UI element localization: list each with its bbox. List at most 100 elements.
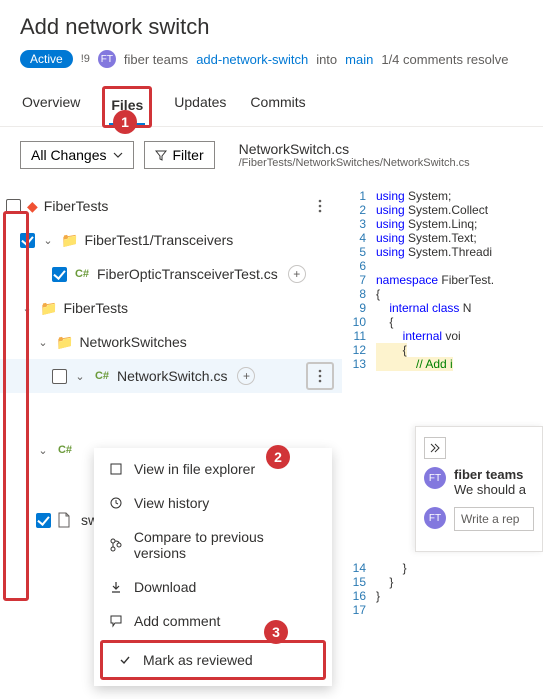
current-file: NetworkSwitch.cs /FiberTests/NetworkSwit…	[239, 141, 470, 169]
menu-label: View history	[134, 495, 209, 511]
menu-view-history[interactable]: View history	[94, 486, 332, 520]
current-file-name: NetworkSwitch.cs	[239, 141, 470, 157]
add-comment-button[interactable]: +	[288, 265, 306, 283]
tree-file-selected[interactable]: ⌄ C# NetworkSwitch.cs +	[0, 359, 342, 393]
tree-label: NetworkSwitch.cs	[117, 368, 227, 384]
kebab-icon	[318, 369, 322, 383]
kebab-icon	[318, 199, 322, 213]
checkbox[interactable]	[6, 199, 21, 214]
menu-compare[interactable]: Compare to previous versions	[94, 520, 332, 570]
menu-label: Download	[134, 579, 196, 595]
menu-download[interactable]: Download	[94, 570, 332, 604]
tree-root[interactable]: ◆ FiberTests	[0, 189, 342, 223]
folder-icon: 📁	[40, 300, 57, 317]
csharp-icon: C#	[93, 370, 111, 382]
code-line: 15 }	[342, 575, 543, 589]
folder-icon: 📁	[56, 334, 73, 351]
pr-tabs: Overview Files Updates Commits	[0, 86, 543, 127]
chevron-down-icon[interactable]: ⌄	[20, 302, 34, 315]
tree-folder[interactable]: ⌄ 📁 FiberTests	[0, 291, 342, 325]
more-actions-button[interactable]	[306, 192, 334, 220]
tree-label: FiberTest1/Transceivers	[84, 232, 233, 248]
checkbox[interactable]	[20, 233, 35, 248]
tree-folder[interactable]: ⌄ 📁 FiberTest1/Transceivers	[0, 223, 342, 257]
target-branch-link[interactable]: main	[345, 52, 373, 67]
menu-label: View in file explorer	[134, 461, 255, 477]
tab-overview[interactable]: Overview	[20, 86, 82, 126]
tree-label: FiberTests	[63, 300, 128, 316]
menu-label: Mark as reviewed	[143, 652, 253, 668]
git-icon: ◆	[27, 198, 38, 215]
pr-meta: Active !9 FT fiber teams add-network-swi…	[20, 50, 523, 68]
tree-label: FiberOpticTransceiverTest.cs	[97, 266, 278, 282]
status-badge: Active	[20, 50, 73, 68]
history-icon	[108, 496, 124, 510]
checkbox[interactable]	[36, 513, 51, 528]
collapse-icon	[430, 443, 440, 453]
all-changes-dropdown[interactable]: All Changes	[20, 141, 134, 169]
code-line: 14 }	[342, 561, 543, 575]
code-line: 12 {	[342, 343, 543, 357]
menu-mark-reviewed[interactable]: Mark as reviewed	[100, 640, 326, 680]
collapse-button[interactable]	[424, 437, 446, 459]
code-line: 17	[342, 603, 543, 617]
csharp-icon: C#	[73, 268, 91, 280]
comment-thread-panel: FT fiber teams We should a FT Write a re…	[415, 426, 543, 552]
tab-updates[interactable]: Updates	[172, 86, 228, 126]
all-changes-label: All Changes	[31, 147, 107, 163]
code-line: 3using System.Linq;	[342, 217, 543, 231]
code-line: 7namespace FiberTest.	[342, 273, 543, 287]
reply-row: FT Write a rep	[424, 507, 534, 531]
current-file-path: /FiberTests/NetworkSwitches/NetworkSwitc…	[239, 157, 470, 169]
comment-text: We should a	[454, 482, 526, 497]
chevron-down-icon[interactable]: ⌄	[36, 336, 50, 349]
context-menu: View in file explorer View history Compa…	[94, 448, 332, 686]
chevron-down-icon[interactable]: ⌄	[36, 444, 50, 457]
callout-1: 1	[113, 110, 137, 134]
code-line: 10 {	[342, 315, 543, 329]
chevron-down-icon	[113, 150, 123, 160]
chevron-down-icon[interactable]: ⌄	[73, 370, 87, 383]
tree-root-label: FiberTests	[44, 198, 109, 214]
more-actions-button[interactable]	[306, 362, 334, 390]
filter-button[interactable]: Filter	[144, 141, 215, 169]
into-label: into	[316, 52, 337, 67]
code-line: 6	[342, 259, 543, 273]
menu-label: Compare to previous versions	[134, 529, 318, 561]
tab-commits[interactable]: Commits	[248, 86, 307, 126]
menu-view-explorer[interactable]: View in file explorer	[94, 452, 332, 486]
callout-2: 2	[266, 445, 290, 469]
file-icon	[108, 462, 124, 476]
code-line: 5using System.Threadi	[342, 245, 543, 259]
author-name[interactable]: fiber teams	[124, 52, 188, 67]
chevron-down-icon[interactable]: ⌄	[41, 234, 55, 247]
author-avatar[interactable]: FT	[98, 50, 116, 68]
code-line: 1using System;	[342, 189, 543, 203]
menu-label: Add comment	[134, 613, 220, 629]
compare-icon	[108, 538, 124, 552]
tree-folder[interactable]: ⌄ 📁 NetworkSwitches	[0, 325, 342, 359]
code-line: 8{	[342, 287, 543, 301]
download-icon	[108, 580, 124, 594]
code-line: 2using System.Collect	[342, 203, 543, 217]
file-icon	[57, 512, 75, 528]
checkbox[interactable]	[52, 369, 67, 384]
csharp-icon: C#	[56, 444, 74, 456]
checkbox[interactable]	[52, 267, 67, 282]
code-line: 11 internal voi	[342, 329, 543, 343]
reply-input[interactable]: Write a rep	[454, 507, 534, 531]
comment-icon	[108, 614, 124, 628]
add-comment-button[interactable]: +	[237, 367, 255, 385]
tree-label: NetworkSwitches	[79, 334, 186, 350]
comments-count: 1/4 comments resolve	[381, 52, 508, 67]
source-branch-link[interactable]: add-network-switch	[196, 52, 308, 67]
filter-label: Filter	[173, 147, 204, 163]
tree-file[interactable]: C# FiberOpticTransceiverTest.cs +	[0, 257, 342, 291]
files-toolbar: All Changes Filter NetworkSwitch.cs /Fib…	[0, 127, 543, 183]
comment: FT fiber teams We should a	[424, 467, 534, 497]
code-line: 16}	[342, 589, 543, 603]
code-line: 4using System.Text;	[342, 231, 543, 245]
menu-add-comment[interactable]: Add comment	[94, 604, 332, 638]
filter-icon	[155, 149, 167, 161]
callout-3: 3	[264, 620, 288, 644]
